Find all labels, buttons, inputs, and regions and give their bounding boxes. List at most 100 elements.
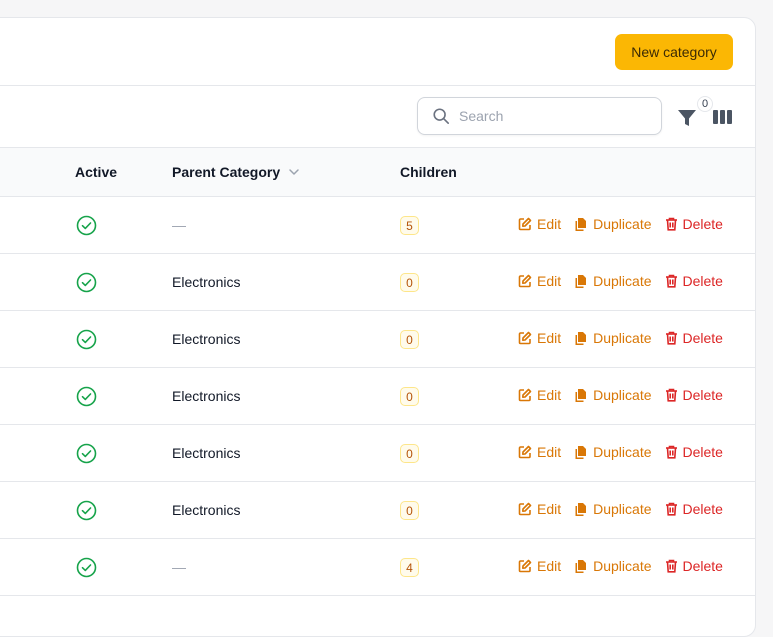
children-count-badge: 0	[400, 501, 419, 520]
delete-button[interactable]: Delete	[665, 501, 723, 517]
children-count-badge: 0	[400, 273, 419, 292]
trash-icon	[665, 274, 677, 288]
children-count-badge: 0	[400, 444, 419, 463]
check-circle-icon	[76, 272, 97, 293]
edit-label: Edit	[537, 216, 562, 232]
edit-button[interactable]: Edit	[518, 216, 561, 232]
edit-button[interactable]: Edit	[518, 501, 561, 517]
check-circle-icon	[76, 215, 97, 236]
delete-button[interactable]: Delete	[665, 330, 723, 346]
edit-label: Edit	[537, 330, 562, 346]
table-row: Electronics 0 Edit Duplicate Delete	[0, 368, 755, 425]
delete-label: Delete	[682, 444, 723, 460]
edit-icon	[518, 217, 532, 231]
edit-button[interactable]: Edit	[518, 330, 561, 346]
trash-icon	[665, 559, 677, 573]
delete-button[interactable]: Delete	[665, 387, 723, 403]
delete-button[interactable]: Delete	[665, 558, 723, 574]
children-count-badge: 5	[400, 216, 419, 235]
parent-category-cell: Electronics	[172, 388, 241, 404]
categories-panel: New category 0 Active Parent Category Ch…	[0, 17, 756, 637]
active-status	[76, 215, 97, 236]
columns-toggle-button[interactable]	[713, 109, 733, 125]
table-row: Electronics 0 Edit Duplicate Delete	[0, 311, 755, 368]
edit-label: Edit	[537, 558, 562, 574]
duplicate-button[interactable]: Duplicate	[574, 558, 652, 574]
delete-label: Delete	[682, 273, 723, 289]
filter-icon	[678, 110, 696, 126]
duplicate-icon	[575, 274, 587, 288]
table-header: Active Parent Category Children	[0, 148, 755, 197]
trash-icon	[665, 388, 677, 402]
edit-icon	[518, 502, 532, 516]
edit-label: Edit	[537, 444, 562, 460]
delete-label: Delete	[682, 501, 723, 517]
parent-category-cell: Electronics	[172, 331, 241, 347]
row-actions: Edit Duplicate Delete	[518, 273, 723, 289]
check-circle-icon	[76, 443, 97, 464]
search-box[interactable]	[417, 97, 662, 135]
duplicate-button[interactable]: Duplicate	[574, 273, 652, 289]
active-status	[76, 557, 97, 578]
delete-label: Delete	[682, 387, 723, 403]
check-circle-icon	[76, 557, 97, 578]
edit-icon	[518, 331, 532, 345]
duplicate-icon	[575, 331, 587, 345]
active-status	[76, 386, 97, 407]
active-status	[76, 500, 97, 521]
duplicate-button[interactable]: Duplicate	[574, 387, 652, 403]
table-row: — 5 Edit Duplicate Delete	[0, 197, 755, 254]
edit-label: Edit	[537, 387, 562, 403]
duplicate-button[interactable]: Duplicate	[574, 216, 652, 232]
children-count-badge: 0	[400, 330, 419, 349]
row-actions: Edit Duplicate Delete	[518, 330, 723, 346]
duplicate-icon	[575, 445, 587, 459]
search-input[interactable]	[459, 108, 639, 124]
active-status	[76, 329, 97, 350]
row-actions: Edit Duplicate Delete	[518, 501, 723, 517]
row-actions: Edit Duplicate Delete	[518, 387, 723, 403]
table-row: Electronics 0 Edit Duplicate Delete	[0, 482, 755, 539]
duplicate-button[interactable]: Duplicate	[574, 330, 652, 346]
edit-icon	[518, 274, 532, 288]
duplicate-label: Duplicate	[593, 330, 652, 346]
table-row: — 4 Edit Duplicate Delete	[0, 539, 755, 596]
duplicate-label: Duplicate	[593, 444, 652, 460]
duplicate-label: Duplicate	[593, 216, 652, 232]
duplicate-button[interactable]: Duplicate	[574, 501, 652, 517]
edit-icon	[518, 559, 532, 573]
duplicate-button[interactable]: Duplicate	[574, 444, 652, 460]
duplicate-label: Duplicate	[593, 501, 652, 517]
new-category-button[interactable]: New category	[615, 34, 733, 70]
delete-button[interactable]: Delete	[665, 444, 723, 460]
edit-button[interactable]: Edit	[518, 444, 561, 460]
row-actions: Edit Duplicate Delete	[518, 444, 723, 460]
duplicate-icon	[575, 559, 587, 573]
children-count-badge: 0	[400, 387, 419, 406]
edit-button[interactable]: Edit	[518, 273, 561, 289]
column-header-children: Children	[400, 164, 457, 180]
table-row: Electronics 0 Edit Duplicate Delete	[0, 254, 755, 311]
delete-button[interactable]: Delete	[665, 273, 723, 289]
check-circle-icon	[76, 500, 97, 521]
row-actions: Edit Duplicate Delete	[518, 216, 723, 232]
trash-icon	[665, 331, 677, 345]
edit-button[interactable]: Edit	[518, 558, 561, 574]
chevron-down-icon	[289, 169, 299, 175]
parent-category-cell: —	[172, 217, 186, 233]
children-count-badge: 4	[400, 558, 419, 577]
column-header-active: Active	[75, 164, 118, 180]
trash-icon	[665, 502, 677, 516]
filter-button[interactable]	[677, 108, 697, 128]
parent-category-cell: Electronics	[172, 274, 241, 290]
delete-label: Delete	[682, 216, 723, 232]
edit-button[interactable]: Edit	[518, 387, 561, 403]
column-header-parent-category[interactable]: Parent Category	[172, 164, 300, 180]
delete-button[interactable]: Delete	[665, 216, 723, 232]
parent-category-cell: Electronics	[172, 445, 241, 461]
search-icon	[433, 108, 450, 125]
duplicate-icon	[575, 388, 587, 402]
edit-label: Edit	[537, 501, 562, 517]
duplicate-label: Duplicate	[593, 273, 652, 289]
duplicate-label: Duplicate	[593, 387, 652, 403]
